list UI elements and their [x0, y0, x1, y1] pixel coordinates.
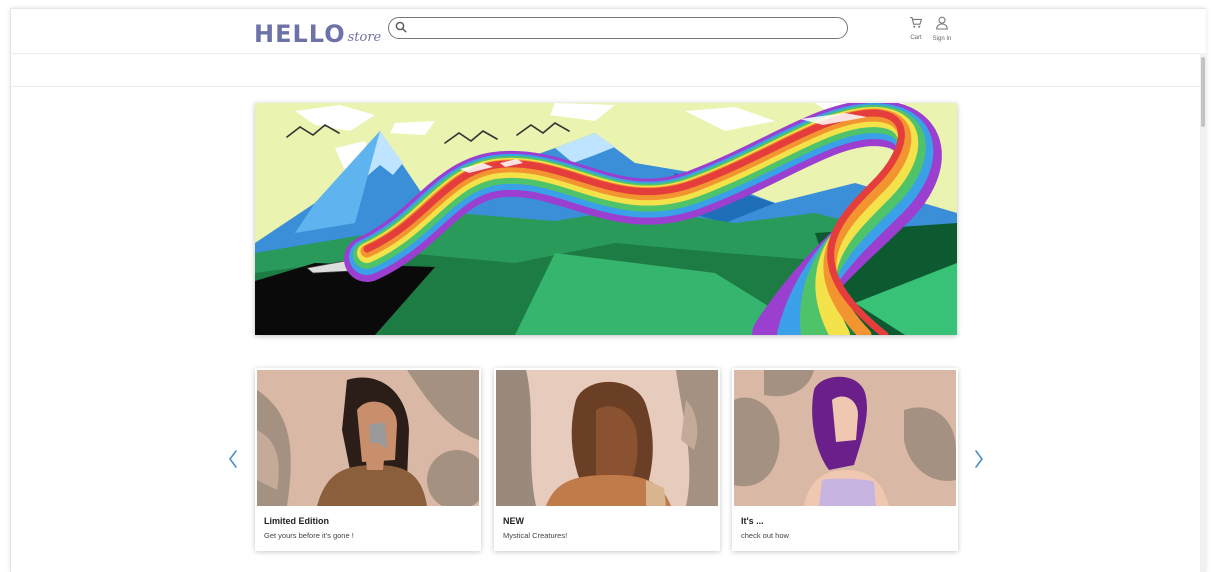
store-logo[interactable]: HELLO store: [254, 16, 381, 48]
card-description: check out how: [741, 531, 789, 540]
carousel-prev-button[interactable]: [225, 447, 241, 471]
browser-page: HELLO store Cart Sign In Limited Edition…: [10, 8, 1206, 572]
user-icon: [935, 16, 949, 30]
search-bar[interactable]: [388, 17, 848, 39]
card-description: Get yours before it's gone !: [264, 531, 354, 540]
carousel-next-button[interactable]: [971, 447, 987, 471]
site-header: HELLO store Cart Sign In: [11, 9, 1206, 54]
promo-card-limited-edition[interactable]: Limited Edition Get yours before it's go…: [255, 368, 481, 551]
chevron-right-icon: [975, 450, 983, 468]
page-scrollbar[interactable]: [1200, 53, 1206, 572]
chevron-left-icon: [229, 450, 237, 468]
search-input[interactable]: [413, 19, 837, 38]
sign-in-label: Sign In: [932, 36, 952, 42]
scrollbar-thumb[interactable]: [1201, 57, 1205, 127]
cart-icon: [910, 16, 922, 28]
card-title: Limited Edition: [264, 516, 329, 526]
logo-sub-text: store: [347, 30, 382, 45]
promo-card-new[interactable]: NEW Mystical Creatures!: [494, 368, 720, 551]
hero-banner[interactable]: [255, 103, 957, 335]
card-image: [257, 370, 479, 506]
card-title: NEW: [503, 516, 524, 526]
hero-illustration: [255, 103, 957, 335]
promo-card-its[interactable]: It's ... check out how: [732, 368, 958, 551]
card-description: Mystical Creatures!: [503, 531, 568, 540]
card-image: [734, 370, 956, 506]
navigation-bar: [11, 54, 1206, 87]
logo-main-text: HELLO: [254, 20, 346, 48]
card-title: It's ...: [741, 516, 764, 526]
sign-in-button[interactable]: Sign In: [927, 16, 957, 43]
search-icon[interactable]: [395, 21, 407, 33]
card-image: [496, 370, 718, 506]
